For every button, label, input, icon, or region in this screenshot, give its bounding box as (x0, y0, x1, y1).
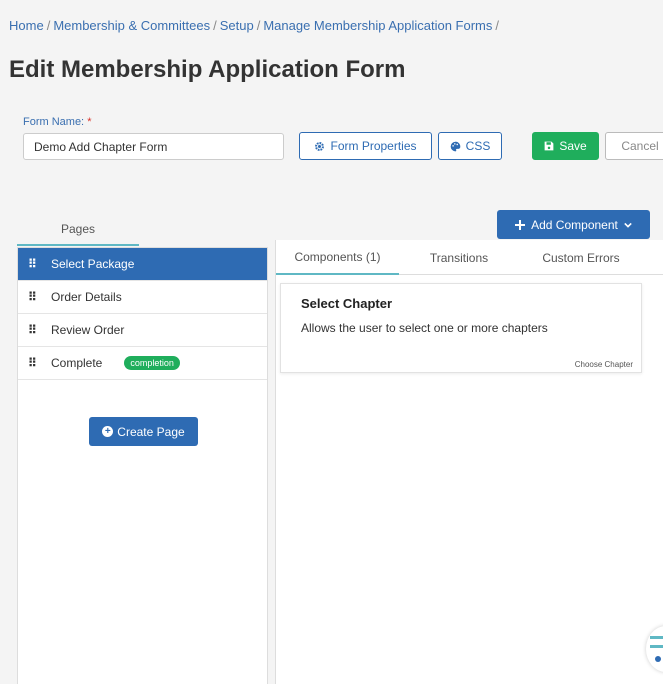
form-name-label-text: Form Name: (23, 116, 85, 128)
tab-pages[interactable]: Pages (17, 214, 139, 246)
page-item-label: Review Order (51, 323, 125, 337)
breadcrumb-separator: / (213, 18, 217, 33)
chevron-down-icon (624, 222, 632, 228)
breadcrumb: Home / Membership & Committees / Setup / Manag… (9, 18, 502, 33)
tab-pages-label: Pages (60, 222, 96, 236)
form-name-input[interactable] (23, 133, 284, 160)
form-properties-label: Form Properties (330, 139, 417, 153)
page-item-select-package[interactable]: ⠿ Select Package (18, 248, 267, 281)
page-item-label: Select Package (51, 257, 135, 271)
save-button[interactable]: Save (532, 132, 599, 160)
breadcrumb-separator: / (256, 18, 261, 33)
gear-icon (315, 141, 325, 151)
page-item-review-order[interactable]: ⠿ Review Order (18, 314, 267, 347)
page-item-order-details[interactable]: ⠿ Order Details (18, 281, 267, 314)
component-type-label: Choose Chapter (574, 360, 633, 369)
drag-handle-icon[interactable]: ⠿ (28, 323, 38, 337)
add-component-button[interactable]: Add Component (497, 210, 650, 239)
components-panel: Components (1) Transitions Custom Errors… (275, 240, 663, 684)
create-page-button[interactable]: + Create Page (89, 417, 198, 446)
component-card-select-chapter[interactable]: Select Chapter Allows the user to select… (280, 283, 642, 373)
tab-custom-errors[interactable]: Custom Errors (519, 240, 643, 275)
form-name-label: Form Name: * (23, 116, 91, 128)
breadcrumb-separator: / (495, 18, 500, 33)
cancel-label: Cancel (621, 139, 659, 153)
drag-handle-icon[interactable]: ⠿ (28, 290, 38, 304)
create-page-label: Create Page (117, 424, 185, 439)
tab-transitions-label: Transitions (429, 250, 489, 265)
floppy-disk-icon (544, 141, 554, 151)
drag-handle-icon[interactable]: ⠿ (28, 356, 38, 370)
page-title: Edit Membership Application Form (9, 56, 406, 83)
component-description: Allows the user to select one or more ch… (301, 321, 548, 335)
page-item-label: Order Details (51, 290, 122, 304)
tab-custom-errors-label: Custom Errors (542, 250, 620, 265)
palette-icon (450, 141, 460, 151)
component-tabs: Components (1) Transitions Custom Errors (276, 240, 663, 275)
save-label: Save (559, 139, 587, 153)
breadcrumb-setup[interactable]: Setup (220, 18, 254, 33)
completion-badge: completion (124, 356, 180, 370)
form-properties-button[interactable]: Form Properties (299, 132, 432, 160)
breadcrumb-home[interactable]: Home (9, 18, 44, 33)
page-item-complete[interactable]: ⠿ Complete completion (18, 347, 267, 380)
pages-panel: ⠿ Select Package ⠿ Order Details ⠿ Revie… (17, 247, 268, 684)
page-item-label: Complete (51, 356, 103, 370)
breadcrumb-membership-committees[interactable]: Membership & Committees (53, 18, 210, 33)
breadcrumb-separator: / (46, 18, 51, 33)
css-button[interactable]: CSS (438, 132, 502, 160)
help-widget-bar (650, 636, 663, 639)
help-widget-dot (655, 656, 661, 662)
plus-icon (515, 219, 526, 230)
breadcrumb-manage-forms[interactable]: Manage Membership Application Forms (263, 18, 492, 33)
help-widget-bar (650, 645, 663, 648)
component-title: Select Chapter (301, 296, 393, 311)
plus-circle-icon: + (102, 426, 114, 437)
tab-transitions[interactable]: Transitions (399, 240, 519, 275)
tab-components-label: Components (1) (294, 249, 381, 264)
add-component-label: Add Component (531, 217, 618, 232)
css-label: CSS (465, 139, 491, 153)
drag-handle-icon[interactable]: ⠿ (28, 257, 38, 271)
cancel-button[interactable]: Cancel (605, 132, 663, 160)
tab-components[interactable]: Components (1) (276, 240, 399, 275)
required-marker: * (87, 116, 92, 128)
